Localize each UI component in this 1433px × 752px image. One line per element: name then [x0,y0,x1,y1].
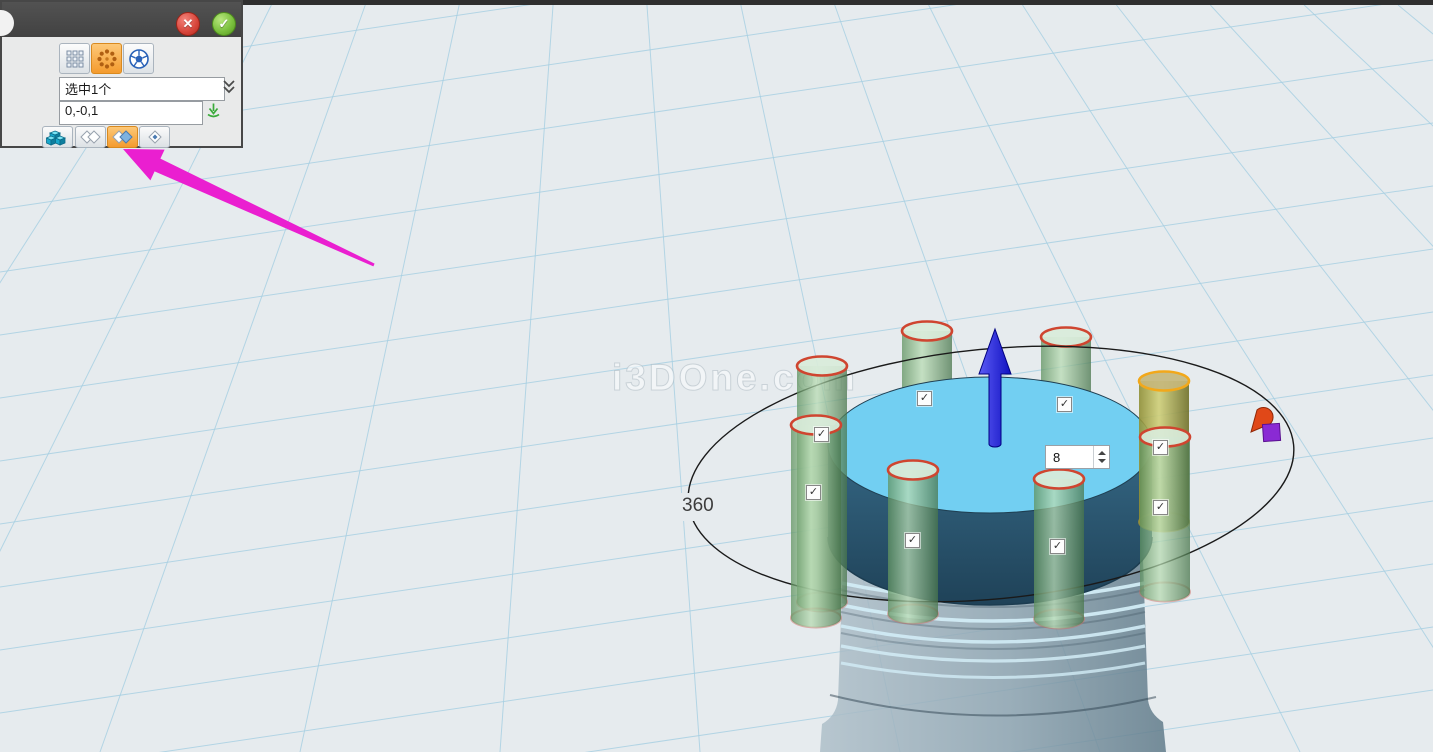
sphere-pattern-icon [128,48,150,70]
pick-direction-icon[interactable] [205,102,222,124]
check-icon: ✓ [219,16,230,32]
instance-checkbox[interactable]: ✓ [1153,440,1168,455]
spacing-two-diamonds-icon [80,129,102,145]
spacing-center-button[interactable] [139,126,170,148]
count-value[interactable]: 8 [1046,450,1093,465]
instance-checkbox[interactable]: ✓ [905,533,920,548]
instance-checkbox[interactable]: ✓ [1050,539,1065,554]
instance-checkbox[interactable]: ✓ [917,391,932,406]
instances-preview-button[interactable] [42,126,73,148]
pattern-dialog: ✕ ✓ [0,0,243,148]
cancel-button[interactable]: ✕ [176,12,200,36]
cad-viewport: i3DOne.com [0,0,1433,752]
circular-pattern-icon [96,48,118,70]
close-icon: ✕ [183,16,194,32]
spin-down-icon[interactable] [1098,459,1106,463]
circular-pattern-button[interactable] [91,43,122,74]
instances-cubes-icon [46,129,70,146]
spacing-even-button[interactable] [75,126,106,148]
expand-chevron-icon[interactable] [222,79,236,100]
sphere-pattern-button[interactable] [123,43,154,74]
direction-input[interactable]: 0,-0,1 [59,101,203,125]
instance-checkbox[interactable]: ✓ [814,427,829,442]
spacing-direction-button[interactable] [107,126,138,148]
spin-up-icon[interactable] [1098,451,1106,455]
dialog-titlebar[interactable]: ✕ ✓ [2,2,241,37]
confirm-button[interactable]: ✓ [212,12,236,36]
count-spinner[interactable]: 8 [1045,445,1110,469]
linear-pattern-icon [65,49,85,69]
dialog-handle-circle [0,10,14,36]
instance-checkbox[interactable]: ✓ [806,485,821,500]
instance-checkbox[interactable]: ✓ [1153,500,1168,515]
spacing-diamond-blue-icon [112,129,134,145]
instance-checkbox[interactable]: ✓ [1057,397,1072,412]
selection-input[interactable]: 选中1个 [59,77,225,101]
linear-pattern-button[interactable] [59,43,90,74]
spacing-diamond-inner-icon [144,129,166,145]
angle-label: 360 [682,495,714,517]
